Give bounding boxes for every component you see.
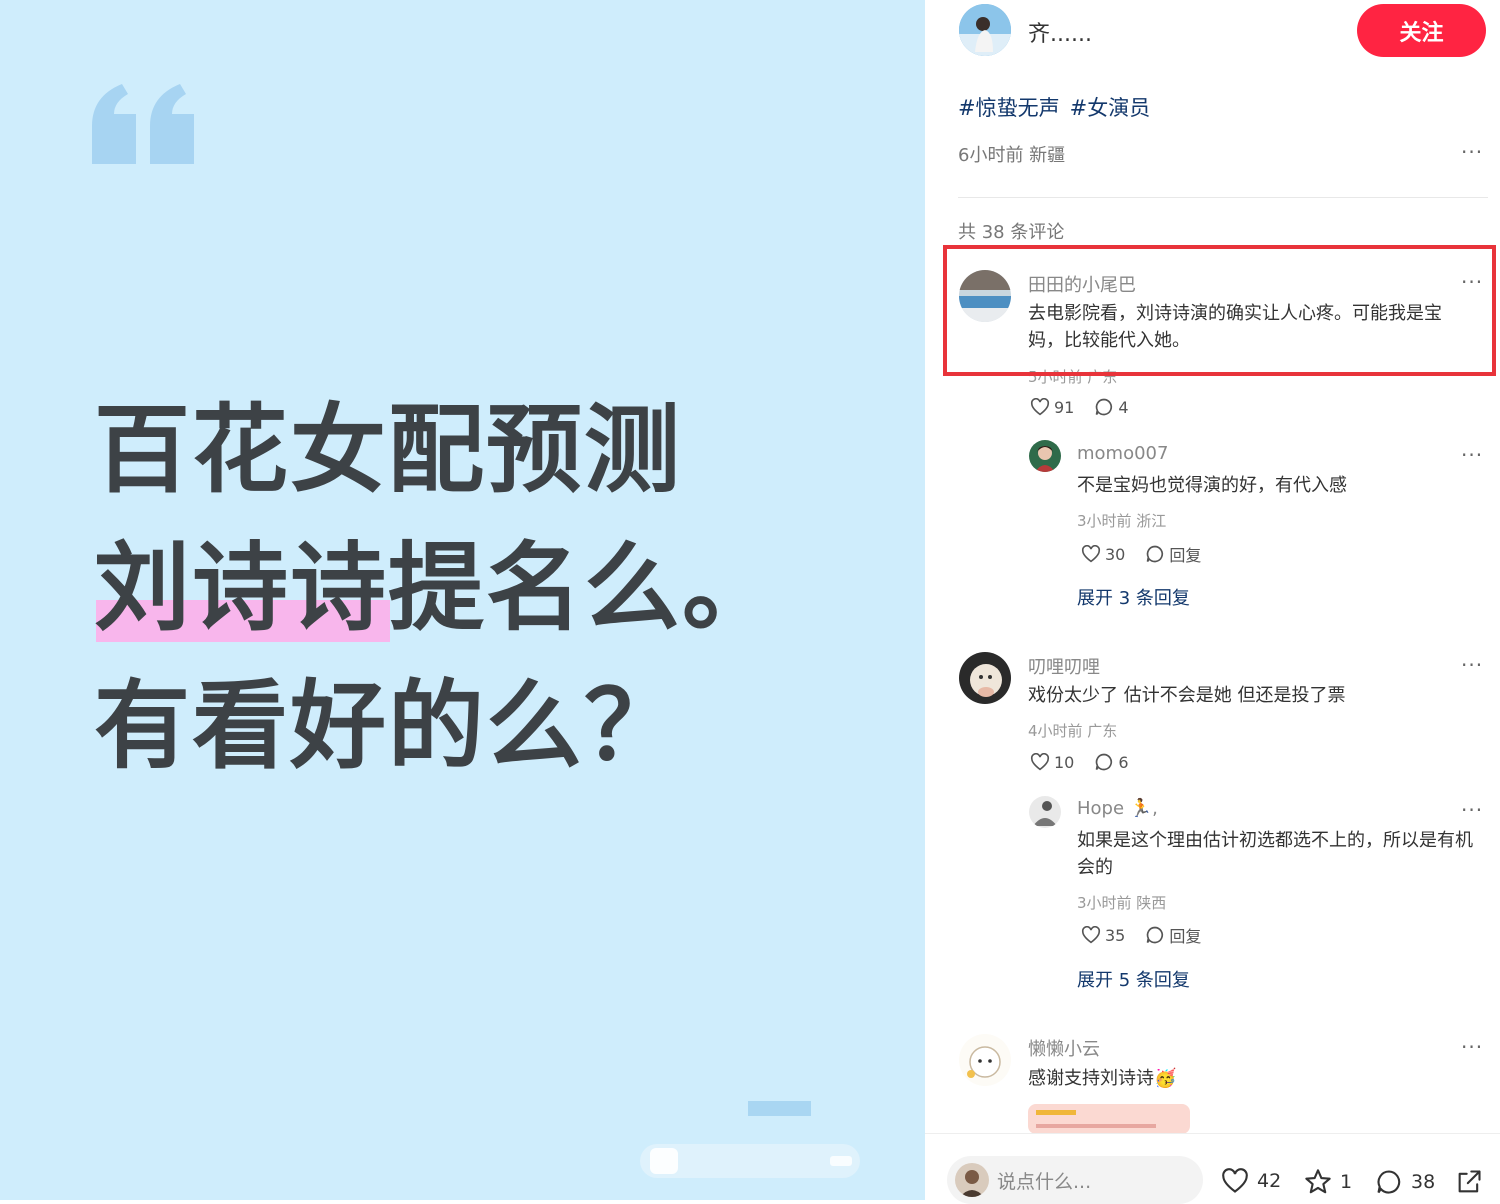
like-button[interactable]: 35: [1081, 926, 1125, 945]
headline-line-1: 百花女配预测: [94, 394, 682, 506]
comment-time-location: 4小时前 广东: [1028, 722, 1118, 740]
like-count: 30: [1105, 544, 1126, 564]
more-icon[interactable]: ···: [1461, 1035, 1483, 1059]
headline-line-3: 有看好的么？: [94, 670, 682, 782]
more-icon[interactable]: ···: [1461, 140, 1483, 164]
user-avatar: [955, 1163, 989, 1197]
reply-button[interactable]: 4: [1094, 397, 1129, 417]
expand-replies-link[interactable]: 展开 5 条回复: [1077, 966, 1190, 992]
bottom-action-bar: 说点什么... 42 1 38: [925, 1133, 1500, 1204]
comment-bubble-icon: [1147, 926, 1164, 944]
headline-line-2: 刘诗诗提名么。: [94, 532, 780, 644]
reply-label: 回复: [1169, 546, 1202, 565]
comment-text: 感谢支持刘诗诗🥳: [1028, 1068, 1177, 1089]
comment-bubble-icon: [1147, 545, 1164, 563]
reply-author-name[interactable]: momo007: [1077, 443, 1168, 464]
author-name[interactable]: 齐......: [1028, 16, 1092, 48]
post-favorite-count: 1: [1340, 1171, 1353, 1193]
heart-icon: [1222, 1168, 1248, 1193]
decorative-bar: [748, 1101, 811, 1116]
star-icon: [1305, 1169, 1331, 1194]
reply-button[interactable]: 6: [1094, 752, 1129, 772]
reply-author-name[interactable]: Hope 🏃,: [1077, 798, 1158, 819]
comment-actions: 10 6: [1030, 752, 1149, 772]
like-count: 10: [1054, 752, 1075, 772]
avatar[interactable]: [1029, 440, 1061, 472]
author-avatar[interactable]: [959, 4, 1011, 56]
reply-count: 6: [1118, 752, 1129, 772]
comment-text: 戏份太少了 估计不会是她 但还是投了票: [1028, 685, 1346, 706]
comment-bubble-icon: [1096, 753, 1113, 771]
more-icon[interactable]: ···: [1461, 653, 1483, 677]
like-button[interactable]: 30: [1081, 545, 1125, 564]
quote-icon: [92, 84, 194, 164]
like-count: 35: [1105, 925, 1126, 945]
expand-replies-link[interactable]: 展开 3 条回复: [1077, 584, 1190, 610]
reply-text: 如果是这个理由估计初选都选不上的，所以是有机会的: [1077, 830, 1473, 878]
heart-icon: [1081, 545, 1101, 563]
reply-actions: 35 回复: [1081, 923, 1221, 947]
post-comment-count: 38: [1411, 1171, 1436, 1193]
follow-button[interactable]: 关注: [1357, 4, 1486, 57]
reply-time-location: 3小时前 陕西: [1077, 894, 1167, 912]
input-placeholder: 说点什么...: [997, 1170, 1092, 1193]
comment-image[interactable]: [1028, 1104, 1190, 1134]
comment-actions: 91 4: [1030, 397, 1149, 417]
commenter-name[interactable]: 懒懒小云: [1028, 1035, 1100, 1061]
share-icon[interactable]: [1455, 1168, 1483, 1196]
hashtag-link[interactable]: #惊蛰无声: [958, 96, 1060, 120]
avatar[interactable]: [959, 1034, 1011, 1086]
comment-count: 共 38 条评论: [958, 222, 1065, 243]
avatar[interactable]: [1029, 796, 1061, 828]
reply-actions: 30 回复: [1081, 542, 1221, 566]
heart-icon: [1081, 926, 1101, 944]
like-post-button[interactable]: 42: [1221, 1168, 1281, 1194]
comment-post-button[interactable]: 38: [1375, 1168, 1435, 1196]
post-like-count: 42: [1257, 1170, 1282, 1192]
annotation-highlight-box: [943, 245, 1496, 376]
avatar[interactable]: [959, 652, 1011, 704]
heart-icon: [1030, 753, 1050, 771]
reply-button[interactable]: 回复: [1145, 923, 1201, 947]
divider: [958, 197, 1488, 198]
comment-bubble-icon: [1377, 1170, 1401, 1194]
like-count: 91: [1054, 397, 1075, 417]
like-button[interactable]: 10: [1030, 753, 1074, 772]
comment-panel: 齐...... 关注 #惊蛰无声 #女演员 6小时前 新疆 ··· 共 38 条评…: [925, 0, 1500, 1204]
comment-bubble-icon: [1096, 398, 1113, 416]
hashtag-list: #惊蛰无声 #女演员: [958, 92, 1160, 122]
like-button[interactable]: 91: [1030, 398, 1074, 417]
reply-time-location: 3小时前 浙江: [1077, 512, 1167, 530]
reply-text: 不是宝妈也觉得演的好，有代入感: [1077, 475, 1347, 496]
favorite-post-button[interactable]: 1: [1304, 1168, 1352, 1196]
comment-input[interactable]: 说点什么...: [947, 1156, 1203, 1204]
more-icon[interactable]: ···: [1461, 443, 1483, 467]
reply-count: 4: [1118, 397, 1129, 417]
post-time-location: 6小时前 新疆: [958, 145, 1066, 166]
hashtag-link[interactable]: #女演员: [1070, 96, 1151, 120]
reply-label: 回复: [1169, 927, 1202, 946]
heart-icon: [1030, 398, 1050, 416]
reply-button[interactable]: 回复: [1145, 542, 1201, 566]
image-pagination-blur: [640, 1144, 860, 1178]
commenter-name[interactable]: 叨哩叨哩: [1028, 653, 1100, 679]
post-image[interactable]: 百花女配预测 刘诗诗提名么。 有看好的么？: [0, 0, 925, 1200]
more-icon[interactable]: ···: [1461, 798, 1483, 822]
